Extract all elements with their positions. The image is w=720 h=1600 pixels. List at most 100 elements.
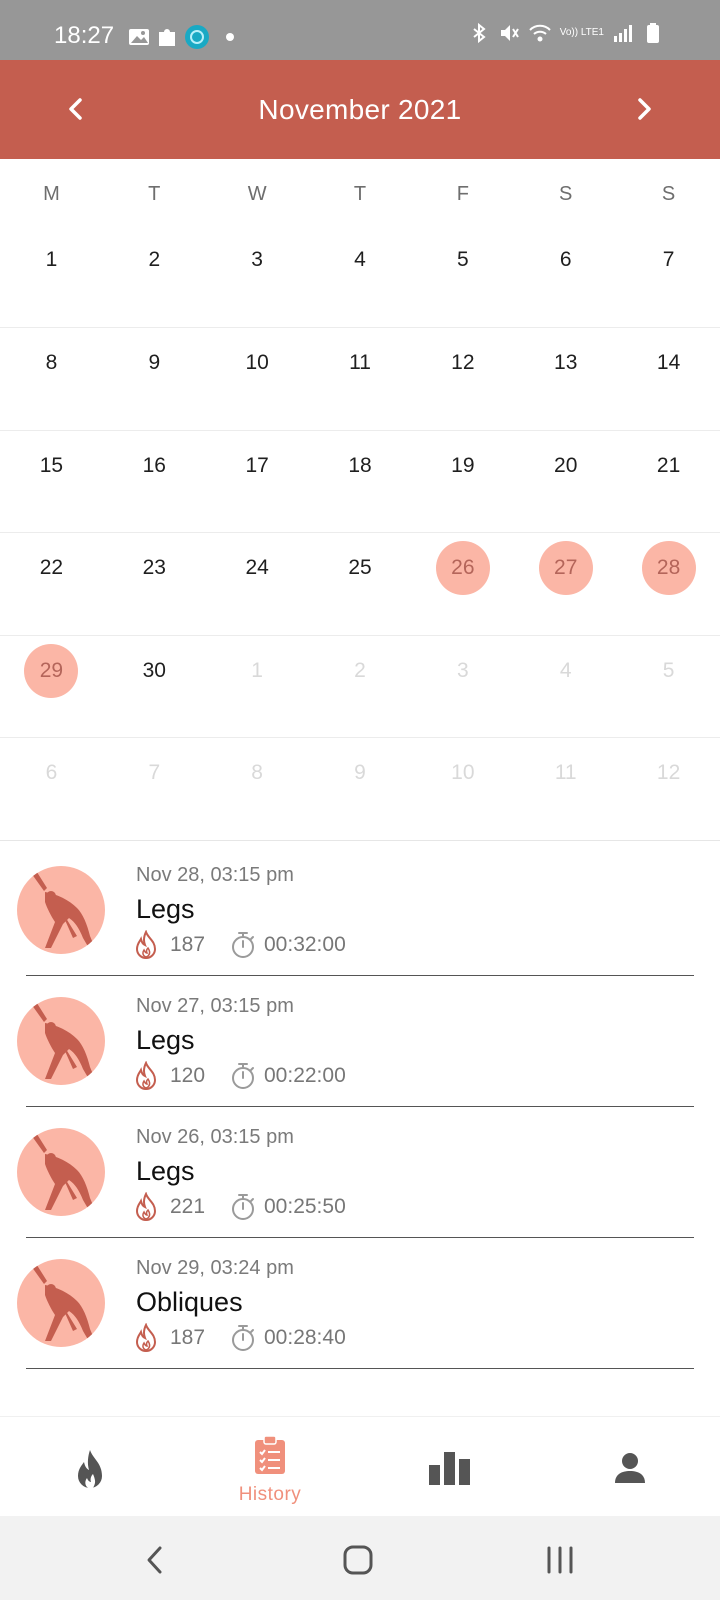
stopwatch-icon: [232, 932, 254, 958]
history-entry[interactable]: Nov 26, 03:15 pm Legs 221 00:25:50: [0, 1108, 720, 1239]
calendar-day[interactable]: 8: [206, 738, 309, 840]
calendar-day[interactable]: 6: [514, 229, 617, 327]
history-entry[interactable]: Nov 28, 03:15 pm Legs 187 00:32:00: [0, 846, 720, 977]
chevron-right-icon[interactable]: [630, 92, 660, 126]
app-badge-icon: [185, 25, 209, 49]
day-number: 9: [148, 351, 161, 374]
calendar-day[interactable]: 21: [617, 431, 720, 533]
calendar-day[interactable]: 18: [309, 431, 412, 533]
back-icon[interactable]: [136, 1540, 176, 1580]
calendar-day[interactable]: 12: [617, 738, 720, 840]
tab-stats[interactable]: [360, 1417, 540, 1517]
day-number: 21: [656, 453, 681, 477]
calendar-day[interactable]: 10: [206, 328, 309, 430]
calendar-day[interactable]: 10: [411, 738, 514, 840]
calendar-day[interactable]: 3: [206, 229, 309, 327]
day-number: 3: [457, 658, 469, 682]
workout-duration: 00:22:00: [264, 1064, 346, 1087]
calendar-day[interactable]: 22: [0, 533, 103, 635]
day-number: 26: [435, 541, 490, 595]
day-number: 4: [354, 248, 366, 271]
workout-date: Nov 29, 03:24 pm: [136, 1257, 294, 1279]
calendar-day[interactable]: 13: [514, 328, 617, 430]
workout-duration: 00:32:00: [264, 933, 346, 956]
calendar-day[interactable]: 8: [0, 328, 103, 430]
weekday-label: T: [353, 183, 367, 205]
day-number: 10: [451, 761, 475, 784]
calendar-day[interactable]: 5: [617, 636, 720, 738]
day-number: 24: [245, 556, 269, 579]
workout-thumbnail: [17, 997, 105, 1085]
workout-thumbnail: [17, 1128, 105, 1216]
workout-calories: 221: [170, 1195, 206, 1218]
workout-stats: 187 00:32:00: [134, 930, 346, 960]
calendar-day[interactable]: 17: [206, 431, 309, 533]
day-number: 5: [457, 248, 469, 271]
calendar-day[interactable]: 15: [0, 431, 103, 533]
system-navigation: [0, 1516, 720, 1600]
day-number: 8: [45, 351, 58, 374]
day-number: 1: [251, 658, 263, 682]
person-icon: [615, 1453, 645, 1483]
dot-icon: [226, 33, 234, 41]
calendar-day-workout[interactable]: 29: [0, 636, 103, 738]
calendar-day[interactable]: 1: [0, 229, 103, 327]
divider: [26, 975, 694, 976]
calendar-day[interactable]: 9: [103, 328, 206, 430]
tab-workouts[interactable]: [0, 1417, 180, 1517]
calendar-day[interactable]: 7: [617, 229, 720, 327]
day-number: 4: [559, 658, 572, 682]
recents-icon[interactable]: [540, 1540, 580, 1580]
calendar-day[interactable]: 12: [411, 328, 514, 430]
day-number: 19: [451, 453, 475, 477]
home-icon[interactable]: [338, 1540, 378, 1580]
day-number: 8: [251, 761, 263, 784]
calendar-day-workout[interactable]: 27: [514, 533, 617, 635]
workout-stats: 187 00:28:40: [134, 1323, 346, 1353]
wifi-icon: [529, 24, 551, 42]
calendar-day-workout[interactable]: 26: [411, 533, 514, 635]
history-entry[interactable]: Nov 29, 03:24 pm Obliques 187 00:28:40: [0, 1239, 720, 1370]
calendar-day[interactable]: 25: [309, 533, 412, 635]
network-label: Vo)) LTE1: [559, 27, 604, 38]
day-number: 25: [348, 556, 372, 579]
calendar-day[interactable]: 4: [309, 229, 412, 327]
calendar-day[interactable]: 24: [206, 533, 309, 635]
calendar-week: 15 16 17 18 19 20 21: [0, 431, 720, 533]
calendar-week: 8 9 10 11 12 13 14: [0, 328, 720, 431]
day-number: 2: [148, 248, 161, 271]
calendar-day[interactable]: 16: [103, 431, 206, 533]
history-entry[interactable]: Nov 27, 03:15 pm Legs 120 00:22:00: [0, 977, 720, 1108]
divider: [26, 1237, 694, 1238]
workout-date: Nov 28, 03:15 pm: [136, 864, 294, 886]
calendar-day[interactable]: 11: [309, 328, 412, 430]
calendar-day[interactable]: 23: [103, 533, 206, 635]
workout-duration: 00:25:50: [264, 1195, 346, 1218]
calendar-day[interactable]: 6: [0, 738, 103, 840]
calendar-day[interactable]: 30: [103, 636, 206, 738]
calendar-day[interactable]: 2: [309, 636, 412, 738]
calendar-day[interactable]: 11: [514, 738, 617, 840]
bar-chart-icon: [429, 1452, 470, 1485]
workout-thumbnail: [17, 1259, 105, 1347]
image-icon: [129, 29, 149, 45]
calendar-day[interactable]: 19: [411, 431, 514, 533]
day-number: 17: [245, 453, 269, 477]
day-number: 3: [251, 248, 263, 271]
tab-profile[interactable]: [540, 1417, 720, 1517]
day-number: 11: [349, 351, 371, 374]
day-number: 27: [538, 541, 593, 595]
calendar-day[interactable]: 20: [514, 431, 617, 533]
calendar-day[interactable]: 9: [309, 738, 412, 840]
calendar-day[interactable]: 3: [411, 636, 514, 738]
stopwatch-icon: [232, 1194, 254, 1220]
calendar-day[interactable]: 2: [103, 229, 206, 327]
calendar-day[interactable]: 7: [103, 738, 206, 840]
tab-history[interactable]: History: [180, 1417, 360, 1517]
workout-thumbnail: [17, 866, 105, 954]
calendar-day[interactable]: 14: [617, 328, 720, 430]
calendar-day-workout[interactable]: 28: [617, 533, 720, 635]
calendar-day[interactable]: 1: [206, 636, 309, 738]
calendar-day[interactable]: 4: [514, 636, 617, 738]
calendar-day[interactable]: 5: [411, 229, 514, 327]
